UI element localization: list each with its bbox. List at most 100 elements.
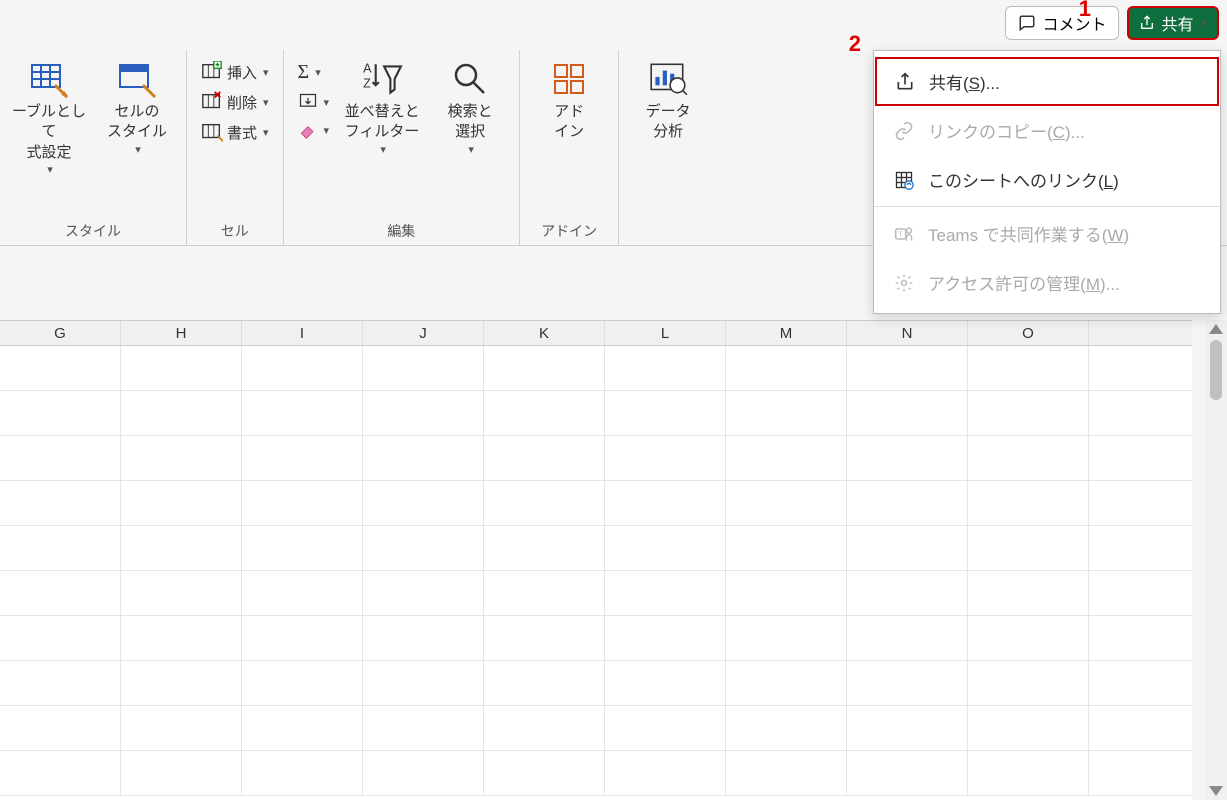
sigma-icon: Σ <box>298 61 310 84</box>
comment-icon <box>1018 14 1036 32</box>
share-button[interactable]: 共有 ▾ <box>1127 6 1219 40</box>
column-header[interactable]: J <box>363 321 484 345</box>
title-bar: コメント 共有 ▾ <box>0 0 1227 46</box>
sort-filter-label: 並べ替えと フィルター <box>345 102 420 143</box>
chevron-down-icon: ▾ <box>263 66 269 79</box>
grid-row <box>0 616 1192 661</box>
share-label: 共有 <box>1161 11 1193 35</box>
group-label-cells: セル <box>221 219 249 241</box>
grid-row <box>0 526 1192 571</box>
ribbon-group-analysis: データ 分析 <box>619 50 717 245</box>
chevron-down-icon: ▾ <box>1201 17 1207 30</box>
svg-text:T: T <box>898 229 903 238</box>
column-header[interactable]: N <box>847 321 968 345</box>
svg-text:A: A <box>363 62 372 76</box>
insert-cells-icon <box>201 61 223 83</box>
delete-cells-icon <box>201 91 223 113</box>
data-analysis-label: データ 分析 <box>646 102 691 143</box>
column-header[interactable]: H <box>121 321 242 345</box>
menu-item-share[interactable]: 共有(S)... <box>875 57 1219 106</box>
data-analysis-button[interactable]: データ 分析 <box>627 52 709 147</box>
chevron-down-icon: ▾ <box>135 143 141 158</box>
column-headers: G H I J K L M N O <box>0 320 1192 346</box>
fill-button[interactable]: ▾ <box>292 89 336 115</box>
grid-row <box>0 571 1192 616</box>
group-label-addins: アドイン <box>541 219 597 241</box>
gear-icon <box>894 273 914 293</box>
grid-row <box>0 481 1192 526</box>
chevron-down-icon: ▾ <box>315 66 321 79</box>
grid-row <box>0 346 1192 391</box>
menu-item-share-label: 共有(S)... <box>929 69 1000 94</box>
scrollbar-thumb[interactable] <box>1210 340 1222 400</box>
column-header[interactable]: K <box>484 321 605 345</box>
cell-styles-label: セルの スタイル <box>107 102 167 143</box>
insert-label: 挿入 <box>227 62 257 83</box>
grid-row <box>0 436 1192 481</box>
delete-button[interactable]: 削除 ▾ <box>195 88 275 116</box>
comments-label: コメント <box>1042 11 1106 35</box>
format-as-table-button[interactable]: ーブルとして 式設定 ▾ <box>8 52 90 182</box>
fill-down-icon <box>298 92 318 112</box>
menu-item-sheet-link-label: このシートへのリンク(L) <box>928 167 1119 192</box>
scroll-up-icon[interactable] <box>1209 324 1223 334</box>
cell-styles-icon <box>117 59 157 99</box>
search-icon <box>450 59 490 99</box>
column-header[interactable]: G <box>0 321 121 345</box>
annotation-2: 2 <box>849 31 861 57</box>
menu-item-teams-label: Teams で共同作業する(W) <box>928 221 1129 246</box>
format-button[interactable]: 書式 ▾ <box>195 118 275 146</box>
menu-divider <box>874 206 1220 207</box>
format-label: 書式 <box>227 122 257 143</box>
group-label-editing: 編集 <box>387 219 415 241</box>
menu-item-manage-label: アクセス許可の管理(M)... <box>928 270 1120 295</box>
chevron-down-icon: ▾ <box>47 163 53 178</box>
cell-styles-button[interactable]: セルの スタイル ▾ <box>96 52 178 161</box>
table-format-icon <box>29 59 69 99</box>
share-icon <box>1139 15 1155 31</box>
group-label-styles: スタイル <box>65 219 121 241</box>
chevron-down-icon: ▾ <box>324 96 330 109</box>
share-dropdown-menu: 共有(S)... リンクのコピー(C)... このシートへのリンク(L) T T… <box>873 50 1221 314</box>
chevron-down-icon: ▾ <box>468 143 474 158</box>
spreadsheet-grid[interactable] <box>0 346 1192 800</box>
chevron-down-icon: ▾ <box>263 126 269 139</box>
chevron-down-icon: ▾ <box>324 124 330 137</box>
vertical-scrollbar[interactable] <box>1205 320 1227 800</box>
insert-button[interactable]: 挿入 ▾ <box>195 58 275 86</box>
svg-text:Z: Z <box>363 76 371 90</box>
comments-button[interactable]: コメント <box>1005 6 1119 40</box>
menu-item-copy-link: リンクのコピー(C)... <box>874 106 1220 155</box>
chevron-down-icon: ▾ <box>380 143 386 158</box>
scroll-down-icon[interactable] <box>1209 786 1223 796</box>
menu-item-sheet-link[interactable]: このシートへのリンク(L) <box>874 155 1220 204</box>
clear-button[interactable]: ▾ <box>292 117 336 143</box>
share-icon <box>895 72 915 92</box>
ribbon-group-styles: ーブルとして 式設定 ▾ セルの スタイル ▾ スタイル <box>0 50 187 245</box>
addins-label: アド イン <box>554 102 584 143</box>
annotation-1: 1 <box>1079 0 1091 22</box>
ribbon-group-addins: アド イン アドイン <box>520 50 619 245</box>
delete-label: 削除 <box>227 92 257 113</box>
grid-row <box>0 706 1192 751</box>
eraser-icon <box>298 120 318 140</box>
grid-row <box>0 391 1192 436</box>
ribbon-group-editing: Σ ▾ ▾ ▾ A <box>284 50 521 245</box>
addins-icon <box>549 59 589 99</box>
format-as-table-label: ーブルとして 式設定 <box>10 102 88 163</box>
column-header[interactable]: L <box>605 321 726 345</box>
sort-filter-icon: A Z <box>361 58 403 100</box>
menu-item-manage-access: アクセス許可の管理(M)... <box>874 258 1220 307</box>
autosum-button[interactable]: Σ ▾ <box>292 58 336 87</box>
column-header[interactable]: O <box>968 321 1089 345</box>
ribbon-group-cells: 挿入 ▾ 削除 ▾ <box>187 50 284 245</box>
find-select-button[interactable]: 検索と 選択 ▾ <box>429 52 511 161</box>
addins-button[interactable]: アド イン <box>528 52 610 147</box>
sheet-link-icon <box>894 170 914 190</box>
sort-filter-button[interactable]: A Z 並べ替えと フィルター ▾ <box>341 52 423 161</box>
column-header[interactable]: I <box>242 321 363 345</box>
menu-item-teams: T Teams で共同作業する(W) <box>874 209 1220 258</box>
link-icon <box>894 121 914 141</box>
format-cells-icon <box>201 121 223 143</box>
column-header[interactable]: M <box>726 321 847 345</box>
